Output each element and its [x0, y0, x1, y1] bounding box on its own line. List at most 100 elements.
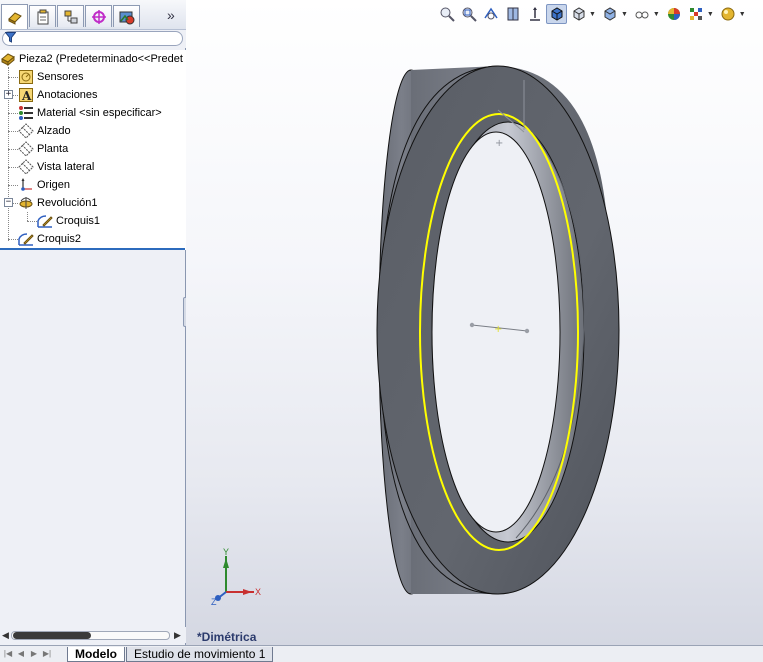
configuration-manager-icon	[64, 10, 77, 23]
material-icon	[19, 106, 33, 120]
hide-show-items-button[interactable]	[600, 4, 621, 24]
first-tab-arrow-icon[interactable]: |◀	[3, 648, 13, 660]
tree-item-sensores[interactable]: Sensores	[18, 68, 83, 86]
display-manager-tab[interactable]	[113, 5, 140, 27]
feature-tree-icon	[7, 12, 22, 25]
revolve-icon	[19, 197, 33, 209]
tree-item-label: Alzado	[37, 125, 71, 137]
shaded-with-edges-icon	[551, 7, 562, 21]
tree-item-label: Anotaciones	[37, 89, 98, 101]
tree-item-label: Sensores	[37, 71, 84, 83]
view-settings-button[interactable]	[718, 4, 739, 24]
tree-item-vista-lateral[interactable]: Vista lateral	[18, 158, 94, 176]
chevron-down-icon[interactable]: ▼	[707, 11, 714, 18]
feature-manager-panel: » + − Pieza2 (Predeterminado<<Predet Sen…	[0, 0, 186, 645]
previous-view-icon	[483, 7, 498, 20]
triad-z-label: Z	[211, 597, 217, 606]
edit-appearance-icon	[668, 8, 681, 20]
tree-item-label: Revolución1	[37, 197, 98, 209]
tree-item-label: Croquis1	[56, 215, 101, 227]
chevron-down-icon[interactable]: ▼	[589, 11, 596, 18]
more-tabs-button[interactable]: »	[167, 7, 175, 23]
apply-scene-icon	[690, 8, 703, 20]
ring-model[interactable]: + +	[186, 0, 763, 645]
scroll-left-arrow-icon[interactable]: ◀	[2, 630, 9, 641]
manager-tabs: »	[0, 0, 186, 30]
tab-modelo[interactable]: Modelo	[67, 647, 125, 662]
hide-show-items-icon	[604, 7, 616, 21]
scroll-thumb[interactable]	[13, 632, 91, 639]
sketch-icon	[18, 233, 34, 246]
section-view-icon	[507, 7, 518, 21]
view-orientation-label: *Dimétrica	[197, 630, 257, 644]
heads-up-view-toolbar: ▼ ▼ ▼ ▼ ▼	[436, 3, 750, 25]
dimxpert-manager-tab[interactable]	[85, 5, 112, 27]
tree-item-alzado[interactable]: Alzado	[18, 122, 71, 140]
filter-icon[interactable]	[5, 32, 16, 43]
prev-tab-arrow-icon[interactable]: ◀	[16, 648, 26, 660]
filter-row	[0, 30, 186, 48]
collapse-revolve-button[interactable]: −	[4, 198, 13, 207]
shaded-with-edges-button[interactable]	[546, 4, 567, 24]
svg-text:+: +	[495, 138, 503, 149]
tree-item-part[interactable]: Pieza2 (Predeterminado<<Predet	[0, 50, 183, 68]
tab-estudio-movimiento[interactable]: Estudio de movimiento 1	[126, 647, 274, 662]
property-manager-icon	[37, 9, 48, 24]
next-tab-arrow-icon[interactable]: ▶	[29, 648, 39, 660]
view-orientation-icon	[529, 7, 540, 21]
plane-icon	[18, 141, 34, 157]
zoom-to-fit-button[interactable]	[436, 4, 457, 24]
section-view-button[interactable]	[502, 4, 523, 24]
zoom-to-area-button[interactable]	[458, 4, 479, 24]
expand-annotations-button[interactable]: +	[4, 90, 13, 99]
previous-view-button[interactable]	[480, 4, 501, 24]
apply-scene-button[interactable]	[686, 4, 707, 24]
edit-appearance-button[interactable]	[664, 4, 685, 24]
hide-show-types-button[interactable]	[632, 4, 653, 24]
chevron-down-icon[interactable]: ▼	[739, 11, 746, 18]
tree-item-anotaciones[interactable]: A Anotaciones	[18, 86, 98, 104]
property-manager-tab[interactable]	[29, 5, 56, 27]
tree-item-planta[interactable]: Planta	[18, 140, 68, 158]
graphics-area[interactable]: + + ▼ ▼ ▼ ▼ ▼ Y X Z *Dimétrica	[186, 0, 763, 645]
tree-item-revolucion1[interactable]: Revolución1	[18, 194, 98, 212]
tree-item-label: Croquis2	[37, 233, 82, 245]
tree-item-croquis1[interactable]: Croquis1	[37, 212, 100, 230]
tree-item-croquis2[interactable]: Croquis2	[18, 230, 81, 248]
triad-x-label: X	[255, 587, 261, 597]
plane-icon	[18, 159, 34, 175]
panel-empty-area	[0, 250, 185, 627]
display-style-icon	[573, 7, 584, 21]
scroll-right-arrow-icon[interactable]: ▶	[174, 630, 181, 641]
reference-triad: Y X Z	[211, 547, 261, 606]
zoom-to-area-icon	[462, 7, 477, 22]
display-style-button[interactable]	[568, 4, 589, 24]
dimxpert-icon	[91, 9, 106, 24]
view-orientation-button[interactable]	[524, 4, 545, 24]
feature-tree: + − Pieza2 (Predeterminado<<Predet Senso…	[0, 50, 186, 250]
tree-item-label: Origen	[37, 179, 71, 191]
realview-icon	[721, 7, 735, 21]
filter-input[interactable]	[2, 31, 183, 46]
feature-manager-tab[interactable]	[1, 4, 28, 29]
origin-icon	[21, 178, 32, 191]
plane-icon	[18, 123, 34, 139]
svg-text:A: A	[21, 89, 32, 103]
zoom-to-fit-icon	[440, 7, 455, 22]
tree-item-label: Material <sin especificar>	[37, 107, 162, 119]
tree-item-material[interactable]: Material <sin especificar>	[18, 104, 162, 122]
display-manager-icon	[119, 11, 134, 24]
tree-item-label: Vista lateral	[37, 161, 95, 173]
last-tab-arrow-icon[interactable]: ▶|	[42, 648, 52, 660]
chevron-down-icon[interactable]: ▼	[621, 11, 628, 18]
configuration-manager-tab[interactable]	[57, 5, 84, 27]
chevron-down-icon[interactable]: ▼	[653, 11, 660, 18]
tree-item-origen[interactable]: Origen	[18, 176, 70, 194]
part-icon	[1, 53, 15, 67]
view-settings-icon	[635, 11, 649, 19]
sketch-icon	[37, 215, 53, 228]
tree-item-label: Planta	[37, 143, 69, 155]
annotations-icon: A	[19, 88, 33, 103]
bottom-tab-bar: |◀ ◀ ▶ ▶| Modelo Estudio de movimiento 1	[0, 645, 763, 662]
horizontal-scrollbar[interactable]: ◀ ▶	[0, 627, 186, 643]
